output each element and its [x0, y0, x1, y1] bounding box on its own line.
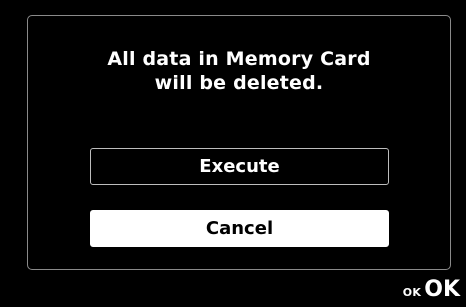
message-line-1: All data in Memory Card: [107, 48, 371, 70]
confirmation-message: All data in Memory Card will be deleted.: [27, 47, 451, 95]
ok-label: OK: [424, 277, 460, 302]
message-line-2: will be deleted.: [154, 72, 324, 94]
execute-button[interactable]: Execute: [90, 148, 389, 185]
ok-button-hint: OK OK: [403, 279, 460, 301]
format-confirm-screen: All data in Memory Card will be deleted.…: [0, 0, 466, 307]
ok-icon: OK: [402, 286, 422, 299]
cancel-button[interactable]: Cancel: [90, 210, 389, 247]
